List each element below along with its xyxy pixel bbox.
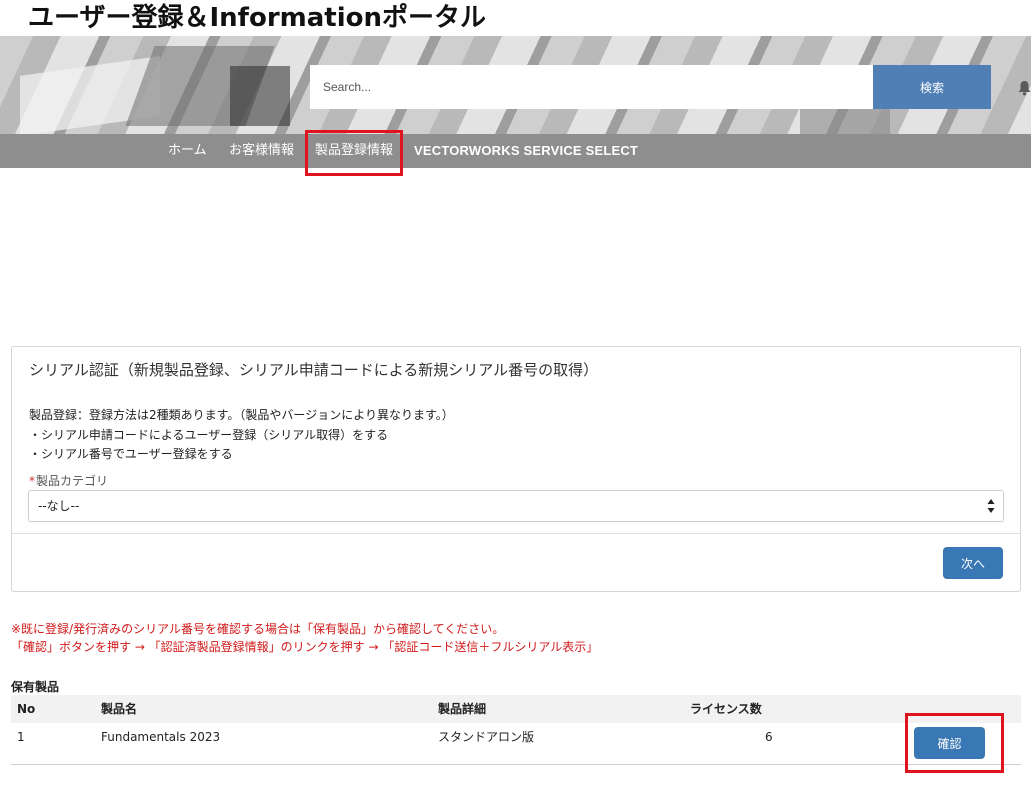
nav-item-product-registration[interactable]: 製品登録情報 bbox=[315, 134, 393, 168]
nav-item-vectorworks-service-select[interactable]: VECTORWORKS SERVICE SELECT bbox=[414, 134, 638, 168]
select-value: --なし-- bbox=[38, 499, 80, 513]
sort-arrows-icon bbox=[987, 499, 995, 513]
cell-product-detail: スタンドアロン版 bbox=[438, 730, 535, 744]
card-divider bbox=[12, 533, 1020, 534]
notice-line: ※既に登録/発行済みのシリアル番号を確認する場合は「保有製品」から確認してくださ… bbox=[11, 622, 505, 636]
main-nav: ホーム お客様情報 製品登録情報 VECTORWORKS SERVICE SEL… bbox=[0, 134, 1031, 168]
cell-license-count: 6 bbox=[765, 730, 773, 744]
cell-product-name: Fundamentals 2023 bbox=[101, 730, 221, 744]
description-line: ・シリアル番号でユーザー登録をする bbox=[29, 447, 233, 461]
confirm-button[interactable]: 確認 bbox=[914, 727, 985, 759]
owned-products-heading: 保有製品 bbox=[11, 680, 60, 694]
site-title: ユーザー登録＆Informationポータル bbox=[28, 3, 487, 33]
search-button[interactable]: 検索 bbox=[873, 65, 991, 109]
bell-icon[interactable] bbox=[1018, 80, 1031, 96]
table-row: 1 Fundamentals 2023 スタンドアロン版 6 bbox=[11, 723, 1021, 765]
column-header-product-detail: 製品詳細 bbox=[438, 702, 487, 716]
description-line: 製品登録：登録方法は2種類あります。（製品やバージョンにより異なります。） bbox=[29, 408, 454, 422]
nav-item-home[interactable]: ホーム bbox=[168, 134, 207, 168]
product-category-select[interactable]: --なし-- bbox=[28, 490, 1004, 522]
table-header: No 製品名 製品詳細 ライセンス数 bbox=[11, 695, 1021, 723]
column-header-product-name: 製品名 bbox=[101, 702, 138, 716]
next-button[interactable]: 次へ bbox=[943, 547, 1003, 579]
cell-no: 1 bbox=[17, 730, 25, 744]
required-mark: * bbox=[29, 474, 35, 488]
card-title: シリアル認証（新規製品登録、シリアル申請コードによる新規シリアル番号の取得） bbox=[29, 361, 599, 379]
column-header-license-count: ライセンス数 bbox=[690, 702, 762, 716]
category-label-text: 製品カテゴリ bbox=[36, 474, 109, 488]
category-field-label: *製品カテゴリ bbox=[29, 472, 108, 489]
notice-line: 「確認」ボタンを押す → 「認証済製品登録情報」のリンクを押す → 「認証コード… bbox=[11, 640, 599, 654]
nav-item-customer-info[interactable]: お客様情報 bbox=[229, 134, 294, 168]
banner-decoration bbox=[230, 66, 290, 126]
serial-auth-card: シリアル認証（新規製品登録、シリアル申請コードによる新規シリアル番号の取得） 製… bbox=[11, 346, 1021, 592]
search-input[interactable] bbox=[310, 65, 873, 109]
column-header-no: No bbox=[17, 702, 36, 716]
description-line: ・シリアル申請コードによるユーザー登録（シリアル取得）をする bbox=[29, 428, 389, 442]
